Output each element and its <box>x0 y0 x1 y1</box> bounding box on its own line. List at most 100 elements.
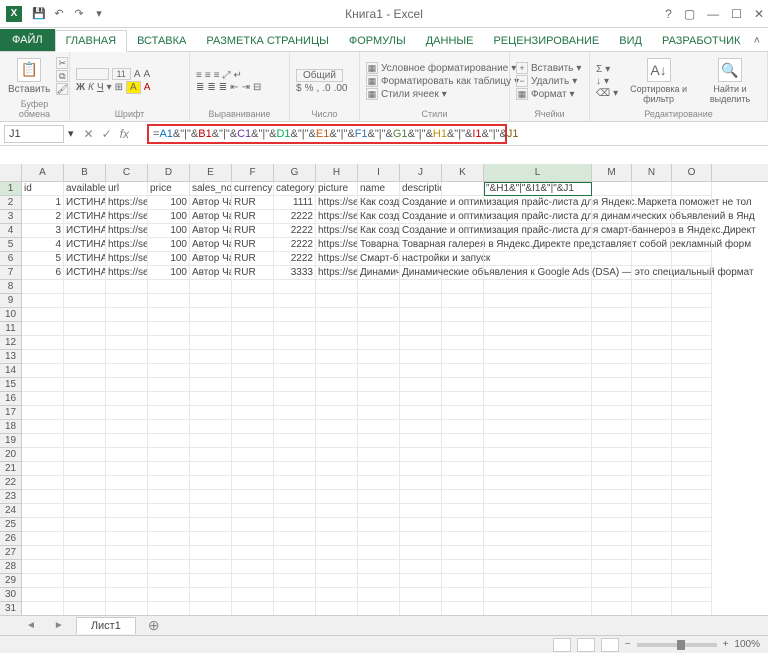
cell[interactable] <box>442 364 484 378</box>
cell[interactable] <box>672 490 712 504</box>
cell[interactable] <box>64 518 106 532</box>
cell[interactable] <box>400 364 442 378</box>
cell[interactable] <box>106 322 148 336</box>
cell[interactable]: 2222 <box>274 210 316 224</box>
align-right-icon[interactable]: ≣ <box>219 82 227 93</box>
cell[interactable] <box>148 280 190 294</box>
cell[interactable] <box>442 504 484 518</box>
font-name-combo[interactable] <box>76 68 109 80</box>
cell[interactable] <box>484 238 592 252</box>
cell[interactable] <box>672 504 712 518</box>
cell[interactable] <box>592 322 632 336</box>
cell[interactable]: RUR <box>232 252 274 266</box>
cell[interactable] <box>358 490 400 504</box>
cell[interactable] <box>232 518 274 532</box>
cell[interactable] <box>484 252 592 266</box>
align-middle-icon[interactable]: ≡ <box>205 70 211 81</box>
cell[interactable] <box>274 462 316 476</box>
cell[interactable] <box>632 364 672 378</box>
cell[interactable] <box>672 280 712 294</box>
cell[interactable] <box>442 406 484 420</box>
cell[interactable] <box>190 406 232 420</box>
dec-decimal-icon[interactable]: .00 <box>334 83 348 94</box>
cell[interactable] <box>190 504 232 518</box>
cell[interactable]: Как созда <box>358 224 400 238</box>
cell[interactable] <box>232 462 274 476</box>
cell[interactable]: description <box>400 182 442 196</box>
cell[interactable]: https://se <box>316 196 358 210</box>
shrink-font-icon[interactable]: A <box>144 69 151 80</box>
cell[interactable] <box>190 420 232 434</box>
cell[interactable] <box>232 420 274 434</box>
cell[interactable] <box>190 294 232 308</box>
tab-formulas[interactable]: ФОРМУЛЫ <box>339 31 416 51</box>
format-table-button[interactable]: ▦ Форматировать как таблицу ▾ <box>366 75 519 87</box>
cell[interactable] <box>232 490 274 504</box>
zoom-slider[interactable] <box>637 643 717 647</box>
cell[interactable] <box>442 476 484 490</box>
cell[interactable] <box>232 322 274 336</box>
cell[interactable] <box>632 434 672 448</box>
cell[interactable] <box>64 350 106 364</box>
cell[interactable] <box>190 434 232 448</box>
cell[interactable] <box>64 462 106 476</box>
cell[interactable] <box>632 238 672 252</box>
row-header[interactable]: 31 <box>0 602 21 616</box>
cell[interactable] <box>400 434 442 448</box>
cell[interactable] <box>442 490 484 504</box>
cell[interactable] <box>632 560 672 574</box>
underline-icon[interactable]: Ч <box>97 82 104 93</box>
cell[interactable] <box>106 406 148 420</box>
cell[interactable] <box>232 392 274 406</box>
col-header-J[interactable]: J <box>400 164 442 181</box>
cell[interactable] <box>106 308 148 322</box>
cell[interactable] <box>232 504 274 518</box>
cell[interactable] <box>442 336 484 350</box>
cell[interactable] <box>106 560 148 574</box>
cells-grid[interactable]: ABCDEFGHIJKLMNO 123456789101112131415161… <box>0 164 768 620</box>
cell[interactable] <box>22 518 64 532</box>
cell[interactable] <box>190 322 232 336</box>
cell[interactable] <box>484 546 592 560</box>
cell[interactable]: 5 <box>22 252 64 266</box>
cell[interactable] <box>400 490 442 504</box>
cell[interactable] <box>64 588 106 602</box>
cell[interactable] <box>64 602 106 616</box>
cell[interactable] <box>400 294 442 308</box>
cell[interactable] <box>190 602 232 616</box>
cell[interactable] <box>672 350 712 364</box>
cell[interactable] <box>592 252 632 266</box>
cell[interactable] <box>672 518 712 532</box>
col-header-I[interactable]: I <box>358 164 400 181</box>
cell[interactable] <box>592 602 632 616</box>
cell[interactable] <box>148 336 190 350</box>
cell[interactable] <box>592 238 632 252</box>
cell[interactable] <box>592 280 632 294</box>
cell[interactable] <box>358 602 400 616</box>
tab-data[interactable]: ДАННЫЕ <box>416 31 484 51</box>
cell[interactable] <box>274 336 316 350</box>
cell[interactable] <box>484 602 592 616</box>
cell[interactable] <box>64 560 106 574</box>
cell[interactable]: Создание и оптимизация прайс-листа для с… <box>400 224 442 238</box>
row-header[interactable]: 1 <box>0 182 21 196</box>
row-header[interactable]: 28 <box>0 560 21 574</box>
cell[interactable]: 2 <box>22 210 64 224</box>
row-header[interactable]: 17 <box>0 406 21 420</box>
indent-inc-icon[interactable]: ⇥ <box>242 82 250 93</box>
cell[interactable] <box>274 322 316 336</box>
cell[interactable] <box>400 560 442 574</box>
formula-bar[interactable]: =A1&"|"&B1&"|"&C1&"|"&D1&"|"&E1&"|"&F1&"… <box>147 124 507 144</box>
cell[interactable] <box>672 266 712 280</box>
cell[interactable] <box>358 588 400 602</box>
cell[interactable] <box>592 196 632 210</box>
row-header[interactable]: 6 <box>0 252 21 266</box>
cell[interactable] <box>274 350 316 364</box>
cell[interactable] <box>442 238 484 252</box>
cell[interactable] <box>484 490 592 504</box>
cell[interactable] <box>592 378 632 392</box>
cell[interactable] <box>484 392 592 406</box>
cell[interactable] <box>400 574 442 588</box>
cell[interactable] <box>64 490 106 504</box>
cell[interactable] <box>592 448 632 462</box>
